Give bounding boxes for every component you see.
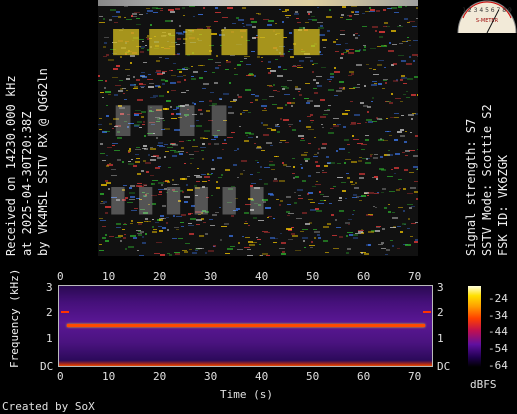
colorbar — [468, 286, 481, 367]
sstv-ghost-text-row2: ▮▮▮▮ — [112, 95, 241, 141]
x-tick-bottom-10: 10 — [102, 370, 116, 383]
y-tick-left-3: 3 — [46, 281, 53, 294]
colorbar-tick-minus34: -34 — [488, 309, 508, 322]
colorbar-tick-minus44: -44 — [488, 325, 508, 338]
s-meter-label: S-METER — [476, 18, 499, 24]
spectrogram-frame — [58, 285, 433, 367]
y-tick-right-dc: DC — [437, 360, 451, 373]
y-tick-right-3: 3 — [437, 281, 444, 294]
x-tick-bottom-60: 60 — [357, 370, 371, 383]
y-tick-right-1: 1 — [437, 332, 444, 345]
y-axis-title: Frequency (kHz) — [8, 268, 21, 368]
x-tick-bottom-70: 70 — [408, 370, 422, 383]
colorbar-tick-minus64: -64 — [488, 359, 508, 372]
x-tick-top-50: 50 — [306, 270, 320, 283]
colorbar-tick-minus54: -54 — [488, 342, 508, 355]
received-timestamp-caption: at 2025-04-30T20:38Z — [20, 111, 34, 257]
y-tick-right-2: 2 — [437, 306, 444, 319]
signal-strength-caption: Signal strength: S7 — [464, 118, 478, 256]
x-tick-top-70: 70 — [408, 270, 422, 283]
x-tick-top-20: 20 — [153, 270, 167, 283]
received-frequency-caption: Received on 14230.000 kHz — [4, 75, 18, 256]
x-tick-bottom-30: 30 — [204, 370, 218, 383]
x-tick-bottom-20: 20 — [153, 370, 167, 383]
colorbar-unit-label: dBFS — [470, 378, 497, 391]
x-axis-title: Time (s) — [220, 388, 273, 401]
s-meter-icon: 1 2 3 4 5 6 7 8 9 S-METER — [457, 0, 517, 33]
x-tick-top-40: 40 — [255, 270, 269, 283]
sstv-ghost-text-row3: ▮▮▮▮▮▮ — [108, 178, 275, 219]
sstv-received-image: ■■■■■■ ▮▮▮▮ ▮▮▮▮▮▮ — [98, 0, 418, 256]
y-tick-left-dc: DC — [40, 360, 54, 373]
x-tick-bottom-50: 50 — [306, 370, 320, 383]
x-tick-top-0: 0 — [57, 270, 64, 283]
sstv-mode-caption: SSTV Mode: Scottie S2 — [480, 104, 494, 256]
x-tick-bottom-40: 40 — [255, 370, 269, 383]
x-tick-top-60: 60 — [357, 270, 371, 283]
s-meter-gauge: 1 2 3 4 5 6 7 8 9 S-METER — [457, 0, 517, 33]
colorbar-tick-minus24: -24 — [488, 292, 508, 305]
receiver-station-caption: by VK4MSL SSTV RX @ QG62ln — [36, 68, 50, 256]
sstv-ghost-text-row1: ■■■■■■ — [110, 20, 327, 60]
x-tick-bottom-0: 0 — [57, 370, 64, 383]
y-tick-left-1: 1 — [46, 332, 53, 345]
fsk-id-caption: FSK ID: VK6ZGK — [496, 154, 510, 256]
x-tick-top-30: 30 — [204, 270, 218, 283]
y-tick-left-2: 2 — [46, 306, 53, 319]
x-tick-top-10: 10 — [102, 270, 116, 283]
s-meter-scale: 1 2 3 4 5 6 7 8 9 — [462, 7, 512, 14]
sox-credit: Created by SoX — [2, 400, 95, 413]
sstv-top-strip — [98, 0, 418, 6]
